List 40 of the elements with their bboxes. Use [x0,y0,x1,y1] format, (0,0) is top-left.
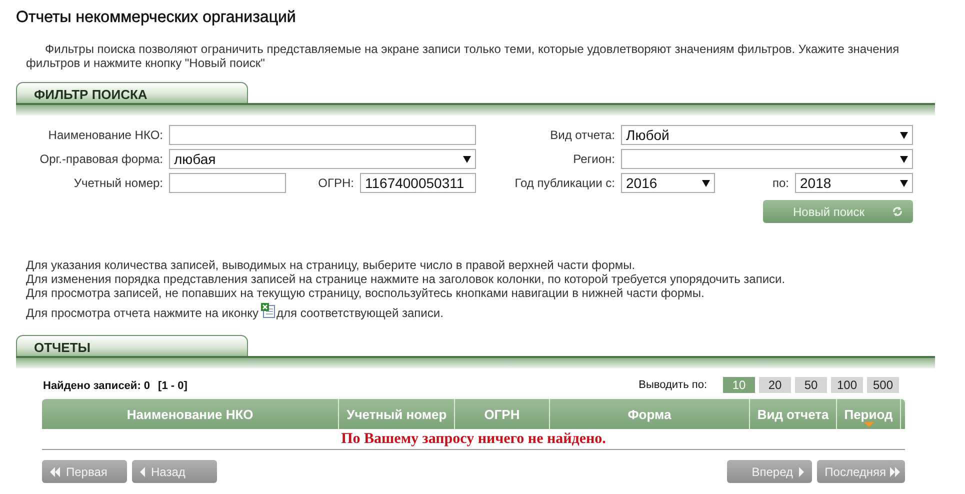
field-label: Орг.-правовая форма: [38,152,163,166]
field-label: Год публикации с: [514,176,615,190]
page-size-button[interactable]: 10 [723,377,755,393]
page-title: Отчеты некоммерческих организаций [15,8,297,28]
column-header[interactable]: ОГРН [454,399,550,429]
help-text: Для просмотра отчета нажмите на иконку [26,306,259,320]
field-label: Регион: [572,152,615,166]
field-label: ОГРН: [317,176,354,190]
page-size-button[interactable]: 100 [831,377,863,393]
field-label: Наименование НКО: [47,128,163,142]
column-header[interactable]: Период [836,399,900,429]
page-size-button[interactable]: 50 [795,377,827,393]
page-size-label: Выводить по: [638,379,707,391]
new-search-button[interactable]: Новый поиск [763,200,913,223]
column-header[interactable]: Учетный номер [338,399,455,429]
help-text: Для изменения порядка представления записей на странице нажмите на заголовок колонки, по которой требуется упорядочить записи. [26,272,786,286]
column-header[interactable]: Вид отчета [750,399,836,429]
page-size-button[interactable]: 20 [759,377,791,393]
nav-button[interactable]: Назад [132,460,217,483]
page-size-button[interactable]: 500 [867,377,899,393]
nav-button[interactable]: Последняя [817,460,905,483]
empty-message: По Вашему запросу ничего не найдено. [42,429,905,450]
dropdown[interactable]: 2018 [795,173,913,193]
help-text: для соответствующей записи. [276,306,444,320]
text-field[interactable]: 1167400050311 [360,173,476,193]
help-text: Для просмотра записей, не попавших на текущую страницу, воспользуйтесь кнопками навигации в нижней части формы. [26,286,706,300]
field-label: Вид отчета: [549,128,615,142]
field-label: Учетный номер: [72,176,163,190]
dropdown[interactable]: Любой [621,125,913,145]
dropdown[interactable]: 2016 [621,173,715,193]
column-header[interactable]: Наименование НКО [42,399,339,429]
dropdown[interactable]: любая [169,149,476,169]
nav-button[interactable]: Первая [42,460,127,483]
nav-button[interactable]: Вперед [727,460,812,483]
column-header[interactable]: Форма [549,399,750,429]
help-text: Для указания количества записей, выводимых на страницу, выберите число в правой верхней части формы. [26,258,636,272]
field-label: по: [771,176,789,190]
records-range: [1 - 0] [158,380,188,392]
records-found: Найдено записей: 0 [42,380,150,392]
intro-text: Фильтры поиска позволяют ограничить представляемые на экране записи только теми, которые удовлетворяют значениям фильтров. Укажите значения фильтров и нажмите кнопку "Новый поиск" [26,42,900,70]
